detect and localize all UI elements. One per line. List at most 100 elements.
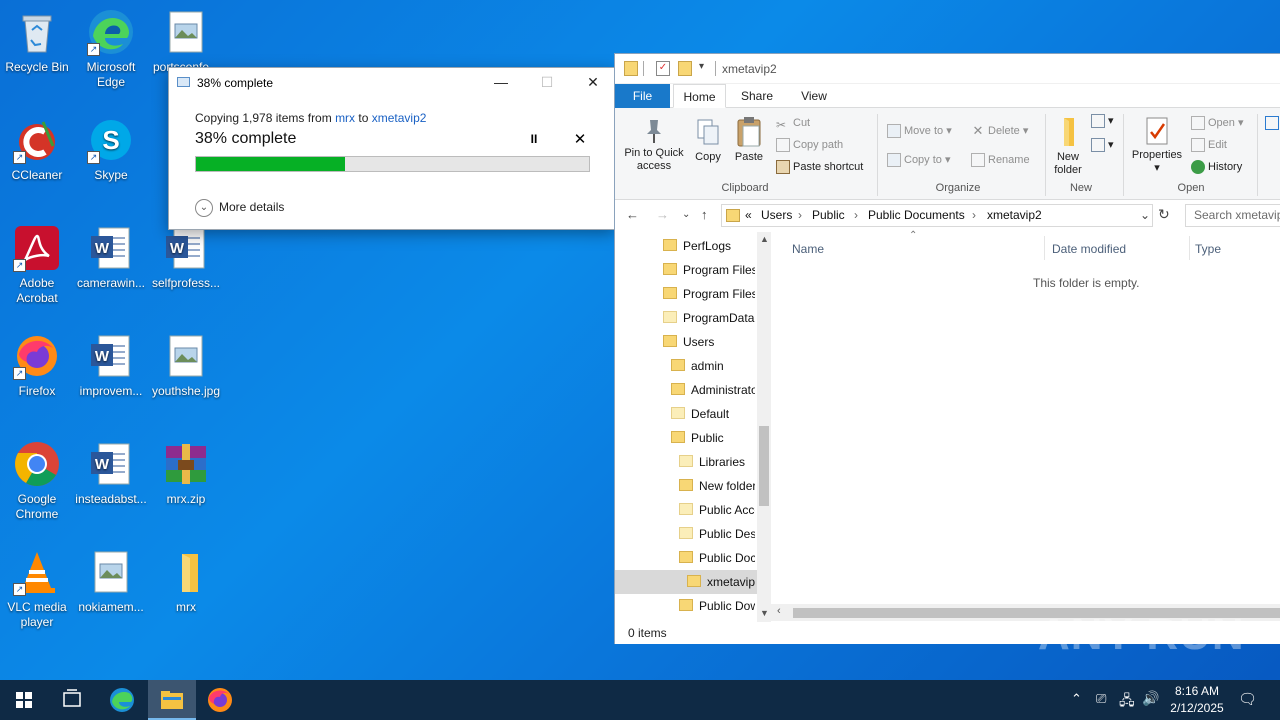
nav-item[interactable]: ProgramData xyxy=(663,306,755,330)
nav-item[interactable]: Users xyxy=(663,330,755,354)
nav-scroll-thumb[interactable] xyxy=(759,426,769,506)
desktop-icon-firefox[interactable]: ↗ Firefox xyxy=(1,332,73,399)
nav-item[interactable]: Program Files (x86) xyxy=(663,282,755,306)
pause-button[interactable]: II xyxy=(527,132,541,146)
desktop-icon-improvem-doc[interactable]: W improvem... xyxy=(75,332,147,399)
start-button[interactable] xyxy=(0,680,48,720)
nav-item[interactable]: Public Desktop xyxy=(679,522,755,546)
taskbar-firefox[interactable] xyxy=(196,680,244,720)
desktop-icon-google-chrome[interactable]: Google Chrome xyxy=(1,440,73,522)
nav-item[interactable]: admin xyxy=(671,354,755,378)
copy-path-button[interactable]: Copy path xyxy=(776,136,843,154)
paste-button[interactable]: Paste xyxy=(732,116,766,164)
easy-access-button[interactable]: ▾ xyxy=(1091,136,1114,154)
desktop-icon-insteadabst-doc[interactable]: W insteadabst... xyxy=(75,440,147,507)
nav-item[interactable]: Public Documents xyxy=(679,546,755,570)
edit-button[interactable]: Edit xyxy=(1191,136,1227,154)
desktop-icon-mrx-folder[interactable]: mrx xyxy=(150,548,222,615)
properties-check-icon[interactable]: ✓ xyxy=(656,61,670,76)
paste-shortcut-button[interactable]: Paste shortcut xyxy=(776,158,863,176)
copy-button[interactable]: Copy xyxy=(692,118,724,164)
history-button[interactable]: History xyxy=(1191,158,1242,176)
taskbar-edge[interactable] xyxy=(98,680,146,720)
desktop-icon-portsconfe-image[interactable]: portsconfe... xyxy=(150,8,222,75)
desktop-icon-adobe-acrobat[interactable]: ↗ Adobe Acrobat xyxy=(1,224,73,306)
tab-home[interactable]: Home xyxy=(673,84,726,108)
desktop-icon-youthshe-image[interactable]: youthshe.jpg xyxy=(150,332,222,399)
nav-item[interactable]: Default xyxy=(671,402,755,426)
taskbar-file-explorer[interactable] xyxy=(148,680,196,720)
tab-share[interactable]: Share xyxy=(732,84,782,108)
breadcrumb-xmetavip2[interactable]: xmetavip2 xyxy=(987,205,1042,226)
show-hidden-icons-chevron-icon[interactable]: ⌃ xyxy=(1071,691,1082,720)
desktop-icon-nokiamem-image[interactable]: nokiamem... xyxy=(75,548,147,615)
desktop-icon-camerawin-doc[interactable]: W camerawin... xyxy=(75,224,147,291)
breadcrumb-public-documents[interactable]: Public Documents xyxy=(868,205,965,226)
tab-view[interactable]: View xyxy=(789,84,839,108)
address-bar[interactable]: « Users › Public › Public Documents › xm… xyxy=(721,204,1153,227)
tab-file[interactable]: File xyxy=(615,84,670,108)
destination-link[interactable]: xmetavip2 xyxy=(372,111,427,125)
desktop-icon-vlc[interactable]: ↗ VLC media player xyxy=(1,548,73,630)
nav-item[interactable]: Libraries xyxy=(679,450,755,474)
copy-to-button[interactable]: Copy to ▾ xyxy=(887,151,951,169)
pin-to-quick-access-button[interactable]: Pin to Quick access xyxy=(621,118,687,173)
source-link[interactable]: mrx xyxy=(335,111,355,125)
nav-item[interactable]: New folder xyxy=(679,474,755,498)
recent-locations-dropdown-icon[interactable]: ⌄ xyxy=(682,209,690,220)
new-folder-icon[interactable] xyxy=(678,61,692,76)
notifications-icon[interactable]: 🗨 xyxy=(1238,690,1257,720)
desktop-icon-ccleaner[interactable]: ↗ CCleaner xyxy=(1,116,73,183)
cancel-copy-button[interactable]: ✕ xyxy=(573,130,587,148)
desktop-icon-microsoft-edge[interactable]: ↗ Microsoft Edge xyxy=(75,8,147,90)
desktop-icon-mrx-zip[interactable]: mrx.zip xyxy=(150,440,222,507)
nav-item[interactable]: xmetavip2 xyxy=(687,570,755,594)
column-header-type[interactable]: Type xyxy=(1195,242,1221,256)
column-header-date-modified[interactable]: Date modified xyxy=(1052,242,1126,256)
dialog-titlebar[interactable]: 38% complete — ☐ ✕ xyxy=(169,68,614,96)
breadcrumb-public[interactable]: Public xyxy=(812,205,845,226)
nav-item[interactable]: Administrator xyxy=(671,378,755,402)
breadcrumb-users[interactable]: Users xyxy=(761,205,792,226)
search-input[interactable]: Search xmetavip2 xyxy=(1185,204,1280,227)
desktop-icon-label: Skype xyxy=(94,168,128,182)
scroll-left-icon[interactable]: ‹ xyxy=(777,605,781,617)
network-adapter-icon[interactable]: ⎚ xyxy=(1096,691,1106,720)
move-to-button[interactable]: Move to ▾ xyxy=(887,122,952,140)
desktop-icon-recycle-bin[interactable]: Recycle Bin xyxy=(1,8,73,75)
close-button[interactable]: ✕ xyxy=(570,68,616,96)
volume-icon[interactable]: 🔊 xyxy=(1142,690,1159,720)
scroll-down-icon[interactable]: ▼ xyxy=(760,608,769,618)
column-header-name[interactable]: Name xyxy=(792,242,824,256)
network-icon[interactable]: 🖧 xyxy=(1119,690,1135,720)
nav-item[interactable]: Public Downloads xyxy=(679,594,755,618)
minimize-button[interactable]: — xyxy=(478,68,524,96)
scroll-up-icon[interactable]: ▲ xyxy=(760,234,769,244)
cut-button[interactable]: ✂ Cut xyxy=(776,114,810,132)
nav-vertical-scrollbar[interactable]: ▲ ▼ xyxy=(757,232,771,622)
customize-toolbar-dropdown-icon[interactable]: ▾ xyxy=(699,61,713,76)
refresh-icon[interactable]: ↻ xyxy=(1158,206,1170,223)
back-arrow-icon[interactable]: ← xyxy=(626,207,639,222)
rename-button[interactable]: Rename xyxy=(971,151,1030,169)
column-divider[interactable] xyxy=(1044,236,1045,260)
desktop-icon-skype[interactable]: S ↗ Skype xyxy=(75,116,147,183)
select-all-button[interactable] xyxy=(1265,114,1280,132)
up-arrow-icon[interactable]: ↑ xyxy=(701,207,708,222)
address-overflow-chevrons[interactable]: « xyxy=(745,205,752,226)
nav-item[interactable]: Public xyxy=(671,426,755,450)
new-item-button[interactable]: ▾ xyxy=(1091,112,1114,130)
nav-item[interactable]: Program Files xyxy=(663,258,755,282)
nav-item[interactable]: Public Account Pictures xyxy=(679,498,755,522)
taskbar-clock[interactable]: 8:16 AM 2/12/2025 xyxy=(1162,683,1232,717)
desktop-icon-selfprofess-doc[interactable]: W selfprofess... xyxy=(150,224,222,291)
new-folder-button[interactable]: New folder xyxy=(1048,116,1088,177)
address-history-dropdown-icon[interactable]: ⌄ xyxy=(1140,205,1150,226)
nav-item[interactable]: PerfLogs xyxy=(663,234,755,258)
open-button[interactable]: Open ▾ xyxy=(1191,114,1244,132)
delete-button[interactable]: ✕ Delete ▾ xyxy=(971,122,1029,140)
properties-button[interactable]: Properties ▾ xyxy=(1129,116,1185,175)
column-divider[interactable] xyxy=(1189,236,1190,260)
task-view-button[interactable] xyxy=(48,680,96,720)
more-details-button[interactable]: ⌄ More details xyxy=(195,199,284,217)
